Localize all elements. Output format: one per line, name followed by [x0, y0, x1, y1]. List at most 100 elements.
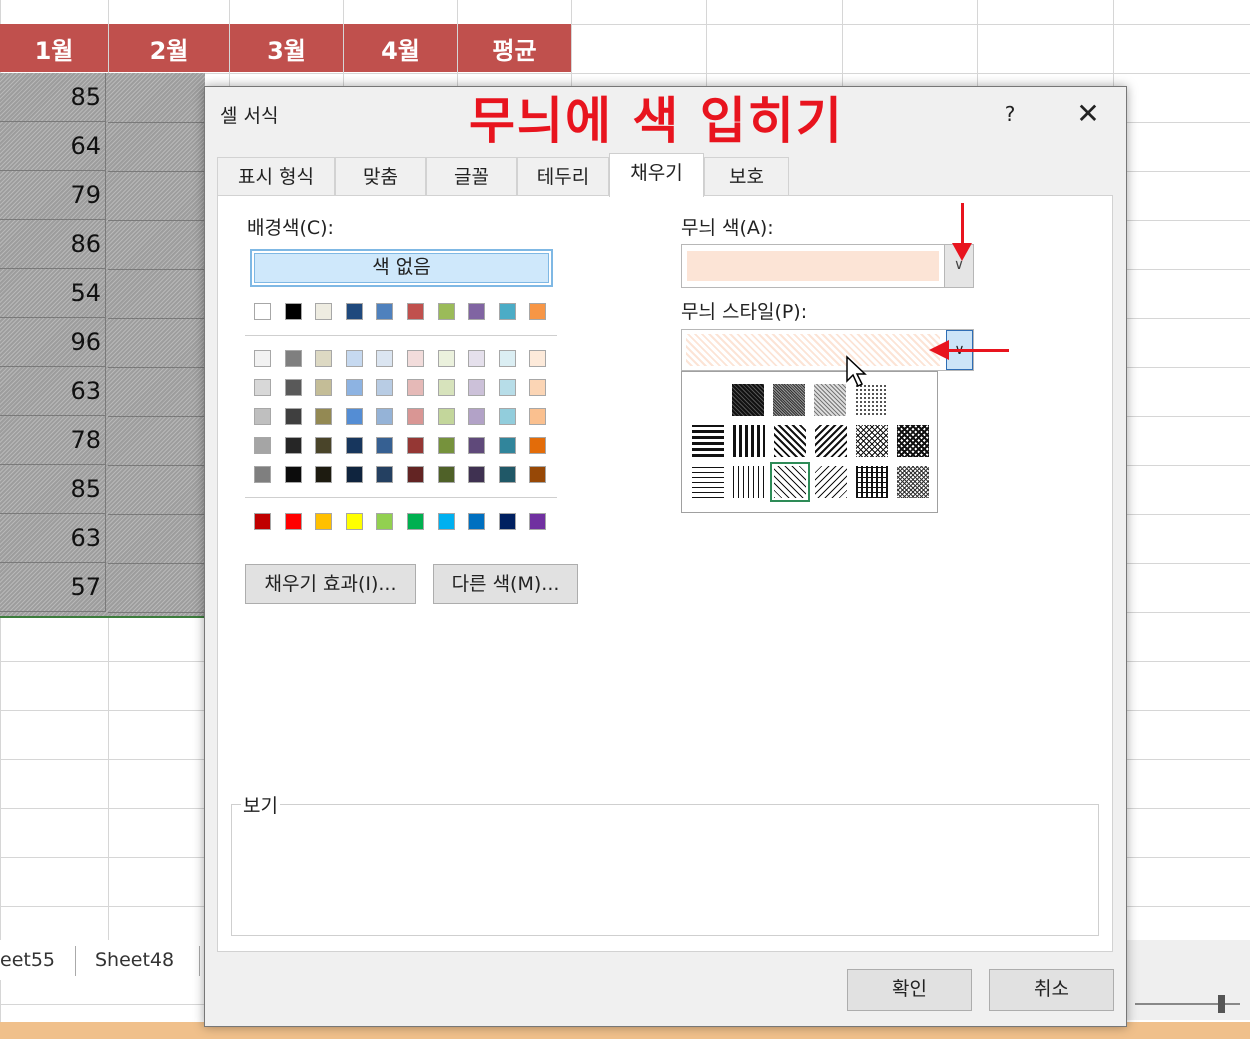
theme-color-swatch[interactable] — [468, 303, 486, 320]
data-cell[interactable]: 78 — [0, 416, 106, 465]
tint-color-swatch[interactable] — [437, 379, 455, 396]
data-cell[interactable]: 63 — [0, 367, 106, 416]
theme-color-swatch[interactable] — [345, 303, 363, 320]
tint-color-swatch[interactable] — [529, 466, 547, 483]
data-cell[interactable] — [108, 122, 205, 172]
tint-color-swatch[interactable] — [529, 437, 547, 454]
pattern-option-hstripe-thick[interactable] — [692, 425, 724, 457]
data-cell[interactable]: 79 — [0, 171, 106, 220]
tab-protection[interactable]: 보호 — [704, 157, 789, 195]
tint-color-swatch[interactable] — [376, 350, 394, 367]
more-colors-button[interactable]: 다른 색(M)... — [433, 564, 578, 604]
theme-color-swatch[interactable] — [529, 303, 547, 320]
theme-color-swatch[interactable] — [437, 303, 455, 320]
tab-alignment[interactable]: 맞춤 — [335, 157, 426, 195]
standard-color-swatch[interactable] — [284, 513, 302, 530]
tint-color-swatch[interactable] — [376, 437, 394, 454]
pattern-option-vstripe-thin[interactable] — [733, 466, 765, 498]
tint-color-swatch[interactable] — [284, 437, 302, 454]
tint-color-swatch[interactable] — [284, 379, 302, 396]
theme-color-swatch[interactable] — [376, 303, 394, 320]
ok-button[interactable]: 확인 — [847, 969, 972, 1011]
data-cell[interactable]: 63 — [0, 514, 106, 563]
tint-color-swatch[interactable] — [345, 350, 363, 367]
pattern-option-ldiag-thick[interactable] — [815, 425, 847, 457]
data-cell[interactable]: 86 — [0, 220, 106, 269]
data-cell[interactable] — [108, 220, 205, 270]
tint-color-swatch[interactable] — [376, 466, 394, 483]
tint-color-swatch[interactable] — [468, 408, 486, 425]
fill-effects-button[interactable]: 채우기 효과(I)... — [245, 564, 416, 604]
standard-color-swatch[interactable] — [345, 513, 363, 530]
tint-color-swatch[interactable] — [468, 350, 486, 367]
tint-color-swatch[interactable] — [407, 437, 424, 454]
tint-color-swatch[interactable] — [376, 408, 394, 425]
data-cell[interactable] — [108, 465, 205, 515]
tab-number[interactable]: 표시 형식 — [217, 157, 335, 195]
pattern-option-hstripe-thin[interactable] — [692, 466, 724, 498]
header-cell-mar[interactable]: 3월 — [230, 24, 344, 72]
pattern-color-dropdown[interactable]: ∨ — [681, 244, 974, 288]
data-cell[interactable]: 57 — [0, 563, 106, 612]
pattern-option-ldiag-thin[interactable] — [815, 466, 847, 498]
theme-color-swatch[interactable] — [407, 303, 424, 320]
pattern-option-solid75[interactable] — [732, 384, 764, 416]
tint-color-swatch[interactable] — [254, 437, 271, 454]
tint-color-swatch[interactable] — [254, 350, 271, 367]
tint-color-swatch[interactable] — [437, 466, 455, 483]
pattern-option-solid50[interactable] — [773, 384, 805, 416]
data-cell[interactable] — [108, 514, 205, 564]
theme-color-swatch[interactable] — [315, 303, 333, 320]
standard-color-swatch[interactable] — [498, 513, 516, 530]
standard-color-swatch[interactable] — [437, 513, 455, 530]
tab-fill[interactable]: 채우기 — [609, 153, 704, 197]
tint-color-swatch[interactable] — [407, 408, 424, 425]
tint-color-swatch[interactable] — [284, 466, 302, 483]
pattern-option-trellis-thin[interactable] — [897, 466, 929, 498]
data-cell[interactable] — [108, 73, 205, 123]
tab-font[interactable]: 글꼴 — [426, 157, 517, 195]
data-cell[interactable] — [108, 269, 205, 319]
tint-color-swatch[interactable] — [437, 408, 455, 425]
tint-color-swatch[interactable] — [254, 466, 271, 483]
tint-color-swatch[interactable] — [345, 408, 363, 425]
data-cell[interactable] — [108, 367, 205, 417]
theme-color-swatch[interactable] — [254, 303, 271, 320]
close-button[interactable]: ✕ — [1071, 97, 1105, 131]
standard-color-swatch[interactable] — [468, 513, 486, 530]
tint-color-swatch[interactable] — [284, 408, 302, 425]
tint-color-swatch[interactable] — [315, 466, 333, 483]
theme-color-swatch[interactable] — [498, 303, 516, 320]
data-cell[interactable]: 85 — [0, 73, 106, 122]
pattern-option-rdiag-thin[interactable] — [770, 462, 810, 502]
tint-color-swatch[interactable] — [468, 466, 486, 483]
tint-color-swatch[interactable] — [468, 379, 486, 396]
standard-color-swatch[interactable] — [376, 513, 394, 530]
pattern-option-grid-thin[interactable] — [856, 466, 888, 498]
data-cell[interactable] — [108, 171, 205, 221]
pattern-option-thick-diag-cross[interactable] — [897, 425, 929, 457]
tint-color-swatch[interactable] — [529, 408, 547, 425]
tint-color-swatch[interactable] — [254, 408, 271, 425]
data-cell[interactable] — [108, 416, 205, 466]
tint-color-swatch[interactable] — [315, 379, 333, 396]
help-button[interactable]: ? — [995, 99, 1025, 129]
standard-color-swatch[interactable] — [407, 513, 424, 530]
standard-color-swatch[interactable] — [315, 513, 333, 530]
pattern-option-rdiag-thick[interactable] — [774, 425, 806, 457]
data-cell[interactable]: 85 — [0, 465, 106, 514]
header-cell-apr[interactable]: 4월 — [344, 24, 458, 72]
tint-color-swatch[interactable] — [468, 437, 486, 454]
pattern-option-diag-cross[interactable] — [856, 425, 888, 457]
data-cell[interactable]: 54 — [0, 269, 106, 318]
tint-color-swatch[interactable] — [345, 437, 363, 454]
tint-color-swatch[interactable] — [498, 408, 516, 425]
sheet-tab-55[interactable]: eet55 — [0, 940, 55, 976]
data-cell[interactable]: 96 — [0, 318, 106, 367]
tint-color-swatch[interactable] — [345, 466, 363, 483]
tint-color-swatch[interactable] — [407, 466, 424, 483]
tint-color-swatch[interactable] — [498, 437, 516, 454]
tint-color-swatch[interactable] — [345, 379, 363, 396]
tint-color-swatch[interactable] — [376, 379, 394, 396]
pattern-option-solid25[interactable] — [814, 384, 846, 416]
